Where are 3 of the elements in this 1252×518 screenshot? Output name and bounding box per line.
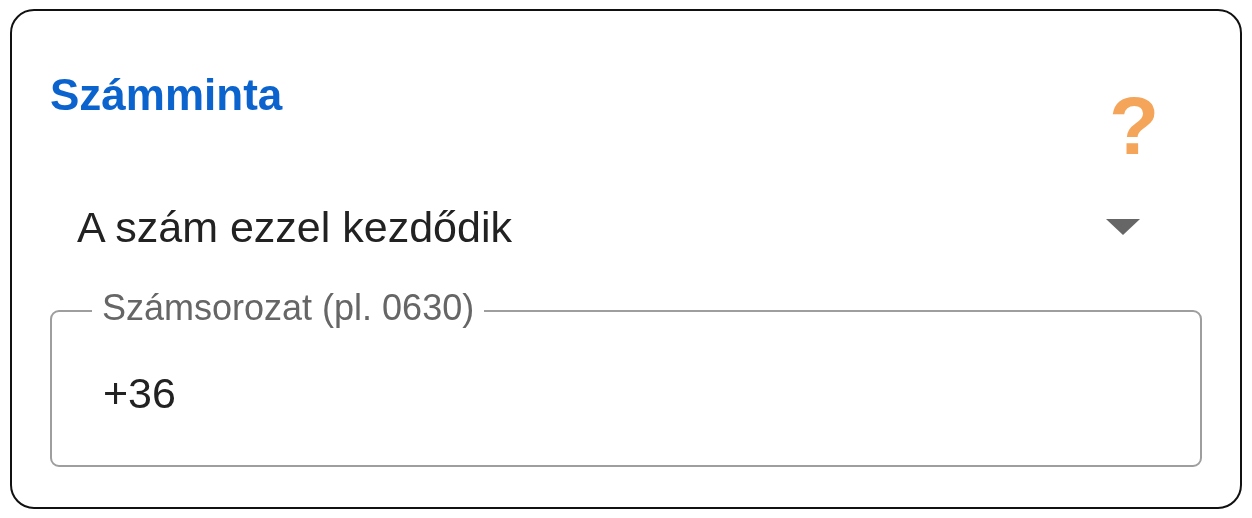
caret-icon — [1106, 219, 1140, 235]
section-title: Számminta — [50, 73, 283, 117]
dropdown[interactable]: A szám ezzel kezdődik — [50, 189, 1201, 265]
